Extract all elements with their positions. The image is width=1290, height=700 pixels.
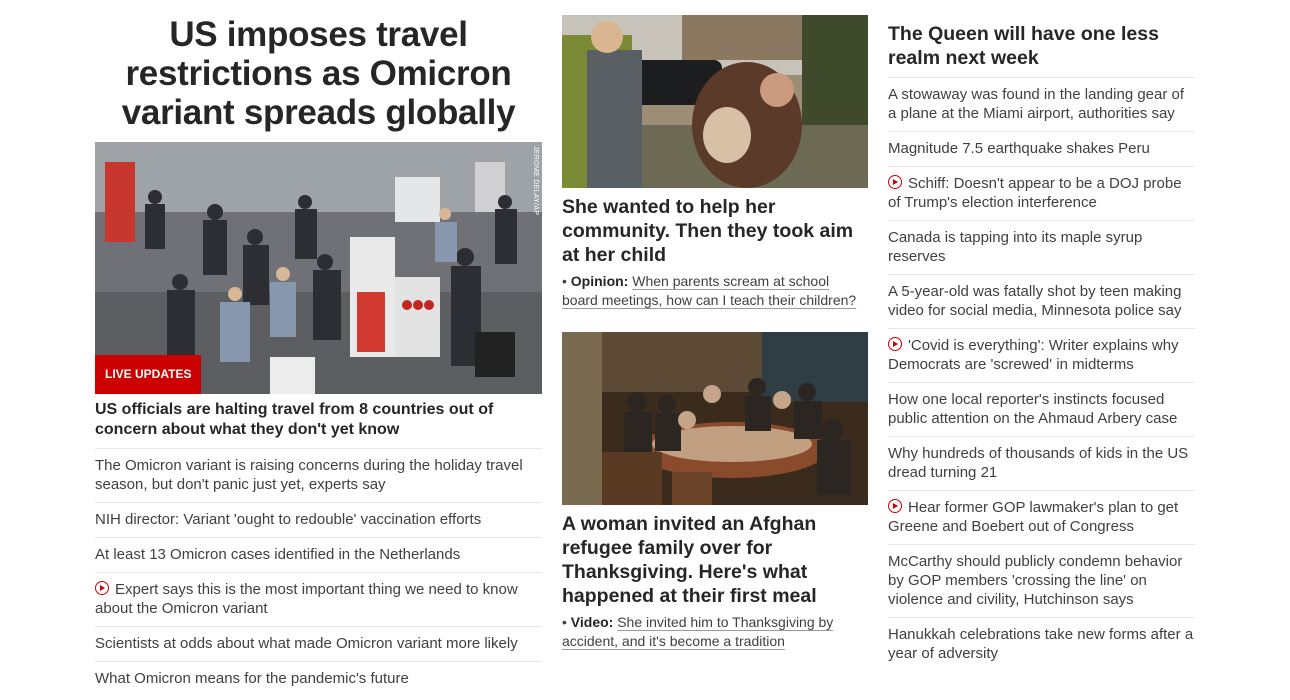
video-play-icon	[888, 175, 902, 189]
live-updates-badge[interactable]: LIVE UPDATES	[95, 355, 202, 394]
list-item[interactable]: McCarthy should publicly condemn behavio…	[888, 544, 1195, 617]
list-item[interactable]: Hanukkah celebrations take new forms aft…	[888, 617, 1195, 671]
list-item[interactable]: Canada is tapping into its maple syrup r…	[888, 220, 1195, 274]
hero-image-airport-crowd[interactable]: JEROME DELAY/AP LIVE UPDATES	[95, 142, 542, 394]
story-image-mother-hug[interactable]	[562, 15, 868, 188]
video-kicker: Video:	[570, 614, 614, 630]
list-item-text: 'Covid is everything': Writer explains w…	[888, 337, 1179, 373]
list-item[interactable]: Expert says this is the most important t…	[95, 572, 542, 626]
list-item[interactable]: 'Covid is everything': Writer explains w…	[888, 328, 1195, 382]
bullet: •	[562, 273, 571, 289]
list-item-text: A 5-year-old was fatally shot by teen ma…	[888, 283, 1182, 319]
list-item-text: Canada is tapping into its maple syrup r…	[888, 229, 1143, 265]
list-item-text: McCarthy should publicly condemn behavio…	[888, 553, 1183, 608]
list-item-text: Magnitude 7.5 earthquake shakes Peru	[888, 140, 1150, 157]
list-item-text: The Omicron variant is raising concerns …	[95, 457, 523, 493]
list-item[interactable]: What Omicron means for the pandemic's fu…	[95, 661, 542, 696]
headlines-column: The Queen will have one less realm next …	[888, 0, 1195, 671]
bullet: •	[562, 614, 571, 630]
top-story-column: US imposes travel restrictions as Omicro…	[95, 0, 542, 687]
top-story-related-list: The Omicron variant is raising concerns …	[95, 448, 542, 696]
main-headline[interactable]: US imposes travel restrictions as Omicro…	[95, 15, 542, 132]
section-headline[interactable]: The Queen will have one less realm next …	[888, 22, 1195, 77]
story2-photo	[562, 332, 868, 505]
list-item-text: Scientists at odds about what made Omicr…	[95, 635, 518, 652]
headlines-list: A stowaway was found in the landing gear…	[888, 77, 1195, 671]
list-item[interactable]: Schiff: Doesn't appear to be a DOJ probe…	[888, 166, 1195, 220]
list-item[interactable]: How one local reporter's instincts focus…	[888, 382, 1195, 436]
list-item[interactable]: Why hundreds of thousands of kids in the…	[888, 436, 1195, 490]
list-item-text: NIH director: Variant 'ought to redouble…	[95, 511, 482, 528]
photo-credit: JEROME DELAY/AP	[532, 146, 539, 216]
story1-photo	[562, 15, 868, 188]
list-item[interactable]: A stowaway was found in the landing gear…	[888, 77, 1195, 131]
list-item[interactable]: A 5-year-old was fatally shot by teen ma…	[888, 274, 1195, 328]
video-play-icon	[95, 581, 109, 595]
story2-subline[interactable]: • Video: She invited him to Thanksgiving…	[562, 613, 868, 651]
list-item-text: A stowaway was found in the landing gear…	[888, 86, 1185, 122]
list-item[interactable]: At least 13 Omicron cases identified in …	[95, 537, 542, 572]
story1-headline[interactable]: She wanted to help her community. Then t…	[562, 195, 868, 267]
list-item[interactable]: Scientists at odds about what made Omicr…	[95, 626, 542, 661]
list-item-text: Hanukkah celebrations take new forms aft…	[888, 626, 1194, 662]
list-item[interactable]: The Omicron variant is raising concerns …	[95, 448, 542, 502]
list-item-text: What Omicron means for the pandemic's fu…	[95, 670, 409, 687]
story1-subline[interactable]: • Opinion: When parents scream at school…	[562, 272, 868, 310]
story2-headline[interactable]: A woman invited an Afghan refugee family…	[562, 512, 868, 608]
list-item-text: Hear former GOP lawmaker's plan to get G…	[888, 499, 1179, 535]
video-play-icon	[888, 337, 902, 351]
list-item-text: Expert says this is the most important t…	[95, 581, 518, 617]
story-image-thanksgiving-dinner[interactable]	[562, 332, 868, 505]
list-item-text: How one local reporter's instincts focus…	[888, 391, 1178, 427]
list-item-text: Schiff: Doesn't appear to be a DOJ probe…	[888, 175, 1182, 211]
list-item-text: At least 13 Omicron cases identified in …	[95, 546, 461, 563]
list-item[interactable]: Magnitude 7.5 earthquake shakes Peru	[888, 131, 1195, 166]
list-item-text: Why hundreds of thousands of kids in the…	[888, 445, 1189, 481]
lead-story-link[interactable]: US officials are halting travel from 8 c…	[95, 400, 542, 440]
video-play-icon	[888, 499, 902, 513]
list-item[interactable]: Hear former GOP lawmaker's plan to get G…	[888, 490, 1195, 544]
opinion-kicker: Opinion:	[570, 273, 629, 289]
list-item[interactable]: NIH director: Variant 'ought to redouble…	[95, 502, 542, 537]
